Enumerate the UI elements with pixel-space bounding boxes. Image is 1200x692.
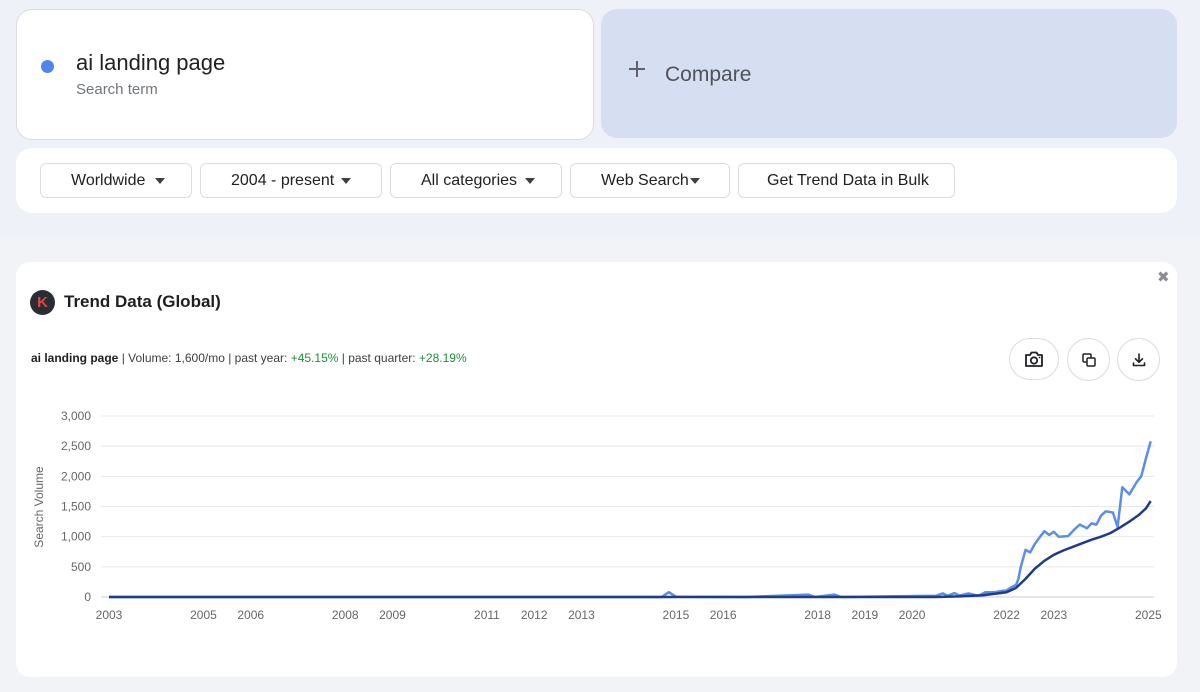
caret-down-icon bbox=[525, 178, 535, 184]
x-tick-label: 2011 bbox=[474, 608, 500, 622]
trend-line bbox=[109, 500, 1152, 599]
y-tick-label: 3,000 bbox=[61, 409, 91, 423]
x-tick-label: 2003 bbox=[96, 608, 123, 622]
search-type-dropdown[interactable]: Web Search bbox=[570, 163, 730, 198]
y-tick-label: 500 bbox=[71, 560, 91, 574]
x-tick-label: 2022 bbox=[993, 608, 1020, 622]
caret-down-icon bbox=[690, 178, 700, 184]
bulk-trend-data-label: Get Trend Data in Bulk bbox=[767, 172, 929, 189]
caret-down-icon bbox=[155, 178, 165, 184]
y-axis-label: Search Volume bbox=[32, 466, 46, 548]
x-tick-label: 2020 bbox=[899, 608, 926, 622]
search-type-dropdown-label: Web Search bbox=[601, 172, 689, 189]
search-term-subtitle: Search term bbox=[76, 81, 158, 98]
x-tick-label: 2006 bbox=[237, 608, 264, 622]
time-range-dropdown-label: 2004 - present bbox=[231, 172, 335, 189]
x-tick-label: 2005 bbox=[190, 608, 217, 622]
y-tick-label: 2,500 bbox=[61, 439, 91, 453]
x-tick-label: 2025 bbox=[1135, 608, 1162, 622]
x-tick-label: 2023 bbox=[1040, 608, 1067, 622]
plus-icon bbox=[627, 59, 647, 79]
region-dropdown-label: Worldwide bbox=[71, 172, 146, 189]
y-tick-label: 1,500 bbox=[61, 500, 91, 514]
y-tick-label: 2,000 bbox=[61, 469, 91, 483]
x-tick-label: 2018 bbox=[804, 608, 831, 622]
region-dropdown[interactable]: Worldwide bbox=[40, 163, 192, 198]
search-term-card[interactable]: ai landing page Search term bbox=[16, 9, 594, 140]
bulk-trend-data-button[interactable]: Get Trend Data in Bulk bbox=[738, 163, 955, 198]
x-tick-label: 2013 bbox=[568, 608, 595, 622]
category-dropdown[interactable]: All categories bbox=[390, 163, 562, 198]
y-tick-label: 0 bbox=[84, 590, 91, 604]
x-tick-label: 2008 bbox=[332, 608, 359, 622]
x-tick-label: 2009 bbox=[379, 608, 406, 622]
trend-data-panel: ✖ K Trend Data (Global) ai landing page … bbox=[16, 262, 1177, 677]
search-volume-line bbox=[109, 440, 1152, 599]
series-color-dot bbox=[41, 60, 54, 73]
trend-chart: 0 500 1,000 1,500 2,000 2,500 3,000 2003 2005 20… bbox=[32, 409, 1162, 622]
filter-bar: Worldwide 2004 - present All categories … bbox=[16, 148, 1177, 213]
y-tick-label: 1,000 bbox=[61, 530, 91, 544]
category-dropdown-label: All categories bbox=[421, 172, 518, 189]
compare-button[interactable]: Compare bbox=[601, 9, 1177, 138]
search-term-text[interactable]: ai landing page bbox=[76, 50, 225, 76]
x-tick-label: 2012 bbox=[521, 608, 548, 622]
x-tick-label: 2016 bbox=[710, 608, 737, 622]
time-range-dropdown[interactable]: 2004 - present bbox=[200, 163, 382, 198]
x-tick-label: 2015 bbox=[663, 608, 690, 622]
caret-down-icon bbox=[341, 178, 351, 184]
x-tick-label: 2019 bbox=[852, 608, 879, 622]
compare-label: Compare bbox=[665, 63, 752, 86]
